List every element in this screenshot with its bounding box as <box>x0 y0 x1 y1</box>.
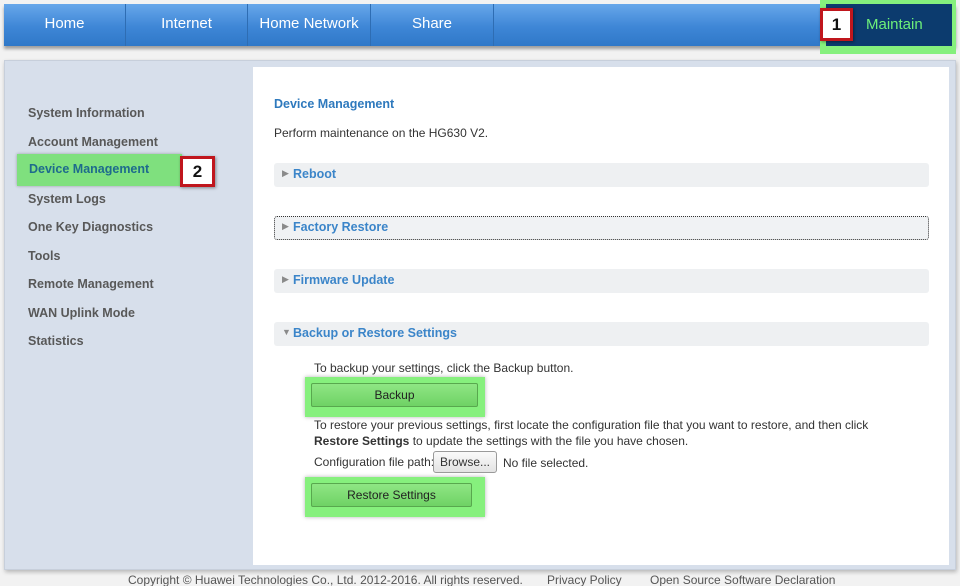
backup-button-highlight: Backup <box>305 377 485 417</box>
footer-open-source-link[interactable]: Open Source Software Declaration <box>650 573 835 586</box>
chevron-right-icon: ▶ <box>282 221 289 231</box>
chevron-right-icon: ▶ <box>282 168 289 178</box>
restore-instruction-bold: Restore Settings <box>314 434 410 448</box>
section-title: Backup or Restore Settings <box>293 326 457 340</box>
sidebar-item-label: Device Management <box>29 162 150 176</box>
section-backup-restore[interactable]: ▼ Backup or Restore Settings <box>274 322 929 346</box>
sidebar-item-system-information[interactable]: System Information <box>28 106 145 120</box>
sidebar-item-wan-uplink-mode[interactable]: WAN Uplink Mode <box>28 306 135 320</box>
backup-button[interactable]: Backup <box>311 383 478 407</box>
nav-internet[interactable]: Internet <box>126 4 248 46</box>
step-badge-1: 1 <box>820 8 853 41</box>
top-nav: Home Internet Home Network Share <box>4 4 956 46</box>
sidebar-item-tools[interactable]: Tools <box>28 249 60 263</box>
chevron-down-icon: ▼ <box>282 327 291 337</box>
chevron-right-icon: ▶ <box>282 274 289 284</box>
nav-share[interactable]: Share <box>371 4 494 46</box>
main-frame: System Information Account Management De… <box>4 60 956 570</box>
sidebar-item-statistics[interactable]: Statistics <box>28 334 84 348</box>
backup-instruction: To backup your settings, click the Backu… <box>314 361 574 375</box>
nav-home[interactable]: Home <box>4 4 126 46</box>
footer-privacy-link[interactable]: Privacy Policy <box>547 573 622 586</box>
sidebar-item-remote-management[interactable]: Remote Management <box>28 277 154 291</box>
browse-button[interactable]: Browse... <box>433 451 497 473</box>
restore-button-highlight: Restore Settings <box>305 477 485 517</box>
step-badge-2: 2 <box>180 156 215 187</box>
nav-home-network[interactable]: Home Network <box>248 4 371 46</box>
sidebar-item-device-management[interactable]: Device Management <box>17 154 182 186</box>
section-title: Firmware Update <box>293 273 395 287</box>
config-file-label: Configuration file path: <box>314 455 435 469</box>
section-reboot[interactable]: ▶ Reboot <box>274 163 929 187</box>
restore-instruction-line2: Restore Settings to update the settings … <box>314 434 688 448</box>
page-description: Perform maintenance on the HG630 V2. <box>274 126 489 140</box>
section-title: Reboot <box>293 167 337 181</box>
footer-copyright: Copyright © Huawei Technologies Co., Ltd… <box>128 573 523 586</box>
sidebar-item-account-management[interactable]: Account Management <box>28 135 158 149</box>
section-firmware-update[interactable]: ▶ Firmware Update <box>274 269 929 293</box>
restore-instruction-line1: To restore your previous settings, first… <box>314 418 869 432</box>
page-title: Device Management <box>274 97 395 111</box>
section-factory-restore[interactable]: ▶ Factory Restore <box>274 216 929 240</box>
file-status: No file selected. <box>503 456 589 470</box>
sidebar-item-system-logs[interactable]: System Logs <box>28 192 106 206</box>
sidebar-item-one-key-diagnostics[interactable]: One Key Diagnostics <box>28 220 153 234</box>
restore-settings-button[interactable]: Restore Settings <box>311 483 472 507</box>
restore-instruction-rest: to update the settings with the file you… <box>409 434 689 448</box>
content-panel: Device Management Perform maintenance on… <box>253 67 949 565</box>
section-title: Factory Restore <box>293 220 389 234</box>
